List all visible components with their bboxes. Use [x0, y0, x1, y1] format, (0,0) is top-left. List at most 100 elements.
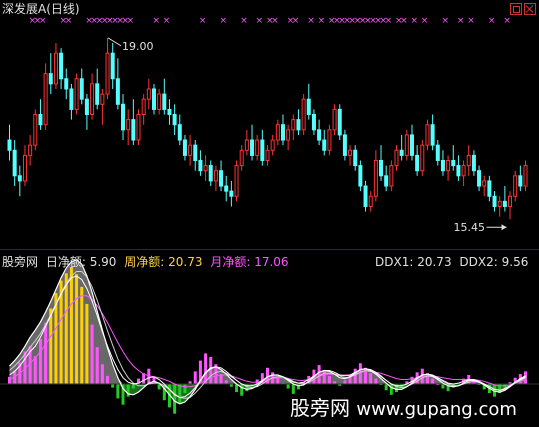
high-price-label: 19.00 — [122, 40, 154, 53]
candle-body — [22, 154, 27, 182]
candle-body — [358, 165, 363, 187]
candle-body — [342, 134, 347, 156]
signal-mark: × — [240, 16, 248, 26]
candle-body — [265, 149, 270, 161]
ddx-legend: DDX1: 20.73 DDX2: 9.56 — [375, 255, 528, 269]
net-amount-bar — [75, 274, 79, 384]
candle-body — [167, 108, 172, 116]
candle-body — [291, 119, 296, 131]
net-amount-bar — [322, 370, 326, 384]
candle-body — [12, 149, 17, 177]
ddx1-label: DDX1: — [375, 255, 414, 269]
monthly-net-label: 月净额: — [210, 255, 251, 269]
candle-body — [332, 108, 337, 131]
signal-mark: × — [199, 16, 207, 26]
candle-body — [95, 83, 100, 105]
signal-mark: × — [152, 16, 160, 26]
net-amount-bar — [358, 363, 362, 384]
candle-body — [327, 129, 332, 151]
net-amount-bar — [317, 365, 321, 384]
candle-body — [162, 93, 167, 110]
candle-body — [420, 144, 425, 172]
candle-body — [513, 175, 518, 197]
net-amount-bar — [106, 375, 110, 384]
candle-body — [311, 114, 316, 131]
candle-body — [394, 149, 399, 167]
candle-body — [203, 165, 208, 172]
net-amount-bar — [111, 384, 115, 388]
candle-body — [224, 185, 229, 192]
candle-body — [69, 88, 74, 110]
candle-body — [136, 114, 141, 141]
restore-icon[interactable] — [510, 3, 522, 15]
net-amount-bar — [126, 384, 130, 397]
monthly-net-value: 17.06 — [254, 255, 289, 269]
candle-body — [306, 98, 311, 116]
net-amount-bar — [183, 384, 187, 393]
chart-canvas: ××× ×× ××××××××× × × × × × × ×× ×× × × ×××××××××××× ××… — [0, 16, 539, 414]
net-amount-bar — [240, 384, 244, 396]
net-amount-bar — [193, 371, 197, 384]
candle-body — [348, 149, 353, 156]
signal-mark: × — [457, 16, 465, 26]
signal-mark: × — [385, 16, 393, 26]
candle-body — [286, 129, 291, 141]
high-price-arrow — [107, 37, 122, 47]
candle-body — [270, 139, 275, 151]
signal-mark: × — [467, 16, 475, 26]
candle-body — [229, 190, 234, 197]
net-amount-bar — [276, 377, 280, 384]
candle-body — [497, 200, 502, 207]
candle-body — [141, 98, 146, 116]
net-amount-bar — [44, 322, 48, 384]
candle-body — [115, 78, 120, 105]
candle-body — [322, 139, 327, 151]
candle-body — [7, 139, 12, 151]
indicator-legend: 股旁网 日净额: 5.90 周净额: 20.73 月净额: 17.06 — [2, 255, 289, 269]
net-amount-bar — [327, 375, 331, 384]
low-price-label: 15.45 — [454, 221, 486, 234]
candle-body — [363, 185, 368, 207]
net-amount-bar — [33, 356, 37, 384]
close-icon[interactable] — [524, 3, 536, 15]
signal-mark: × — [441, 16, 449, 26]
candle-body — [33, 114, 38, 146]
net-amount-bar — [374, 378, 378, 384]
net-amount-bar — [90, 324, 94, 384]
candle-body — [518, 175, 523, 187]
signal-mark: × — [256, 16, 264, 26]
candle-body — [100, 93, 105, 105]
watermark: 股旁网 www.gupang.com — [290, 392, 517, 421]
stock-chart-window: × × × × × × × × × × × × × × × × × × × × × × × × × × × × × × × × × × × × × × × ×… — [0, 0, 539, 427]
candle-body — [280, 124, 285, 141]
signal-mark: × — [292, 16, 300, 26]
net-amount-bar — [80, 286, 84, 384]
candle-body — [337, 108, 342, 136]
candle-body — [275, 124, 280, 141]
candle-body — [446, 159, 451, 172]
candle-body — [317, 129, 322, 141]
candle-body — [188, 144, 193, 156]
net-amount-bar — [8, 376, 11, 384]
candle-body — [193, 144, 198, 161]
candle-body — [482, 180, 487, 187]
candle-body — [492, 195, 497, 207]
candle-body — [471, 154, 476, 172]
signal-mark: × — [271, 16, 279, 26]
candle-body — [255, 139, 260, 156]
candle-body — [74, 78, 79, 110]
signal-mark: × — [503, 16, 511, 26]
net-amount-bar — [441, 384, 445, 389]
ddx2-label: DDX2: — [459, 255, 498, 269]
chart-period: (日线) — [46, 2, 80, 16]
candle-body — [208, 165, 213, 182]
candle-body — [425, 124, 430, 146]
weekly-net-label: 周净额: — [124, 255, 165, 269]
indicator-panel — [0, 259, 539, 414]
candle-body — [43, 73, 48, 126]
net-amount-bar — [85, 303, 89, 384]
candle-body — [353, 149, 358, 167]
weekly-net-value: 20.73 — [168, 255, 203, 269]
candle-body — [466, 154, 471, 167]
signal-mark: × — [65, 16, 73, 26]
